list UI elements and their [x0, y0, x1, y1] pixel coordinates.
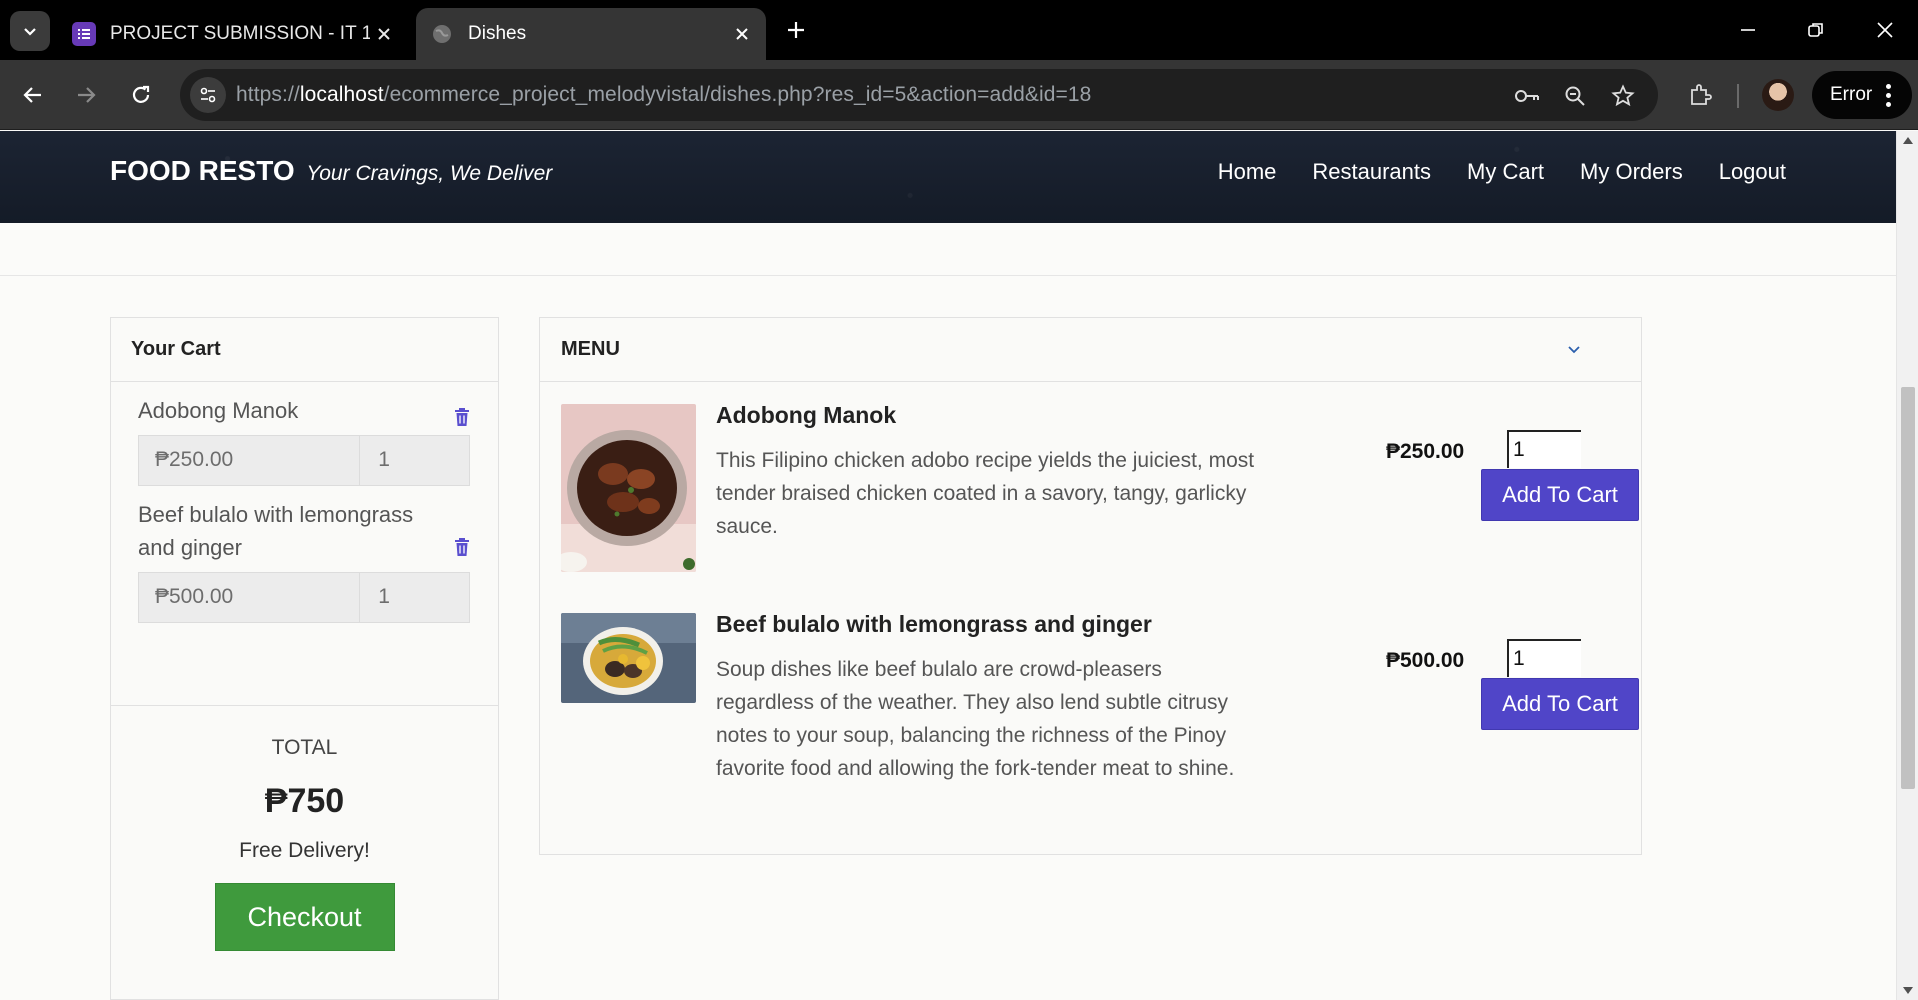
- extensions-icon[interactable]: [1680, 75, 1720, 115]
- browser-toolbar: https://localhost/ecommerce_project_melo…: [0, 60, 1918, 130]
- total-amount: ₱750: [264, 782, 345, 820]
- toolbar-divider: [1737, 84, 1739, 108]
- url-path: /ecommerce_project_melodyvistal/dishes.p…: [383, 83, 1092, 106]
- menu-header[interactable]: MENU: [540, 318, 1641, 382]
- cart-panel: Your Cart Adobong Manok ₱250.00 1 Beef b…: [110, 317, 499, 1000]
- cart-item-name: Beef bulalo with lemongrass and ginger: [138, 502, 414, 560]
- dish-qty-input[interactable]: [1507, 430, 1581, 468]
- menu-panel: MENU Adobong Manok This Filipino chicken…: [539, 317, 1642, 855]
- dish-image-adobo: [561, 404, 696, 572]
- dish-item: Adobong Manok This Filipino chicken adob…: [561, 402, 1639, 574]
- forward-button[interactable]: [64, 73, 108, 117]
- cart-item: Beef bulalo with lemongrass and ginger ₱…: [138, 498, 470, 623]
- cart-item-fields: ₱250.00 1: [138, 435, 470, 486]
- main-nav: Home Restaurants My Cart My Orders Logou…: [1218, 159, 1786, 185]
- url-host: localhost: [299, 83, 384, 106]
- reload-icon: [132, 85, 150, 103]
- close-icon: [1877, 22, 1893, 38]
- cart-item-qty: 1: [359, 572, 470, 623]
- close-window-button[interactable]: [1857, 6, 1913, 54]
- url-scheme: https://: [236, 83, 300, 106]
- restore-icon: [1808, 23, 1823, 37]
- page-viewport: FOOD RESTO Your Cravings, We Deliver Hom…: [0, 131, 1918, 1000]
- chevron-down-icon: [24, 28, 36, 36]
- reload-button[interactable]: [119, 73, 163, 117]
- scroll-up-arrow[interactable]: [1903, 137, 1913, 144]
- brand-name: FOOD RESTO: [110, 155, 295, 186]
- cart-items: Adobong Manok ₱250.00 1 Beef bulalo with…: [111, 382, 498, 706]
- dish-description: This Filipino chicken adobo recipe yield…: [716, 449, 1255, 538]
- zoom-icon[interactable]: [1560, 81, 1590, 111]
- dish-name: Adobong Manok: [716, 402, 897, 428]
- new-tab-button[interactable]: [778, 12, 814, 48]
- delivery-note: Free Delivery!: [239, 839, 370, 862]
- chevron-down-icon[interactable]: [1567, 342, 1581, 356]
- plus-icon: [788, 22, 804, 38]
- arrow-left-icon: [23, 87, 41, 103]
- close-tab-icon[interactable]: [370, 20, 398, 48]
- restore-button[interactable]: [1788, 6, 1844, 54]
- tab-project-submission[interactable]: PROJECT SUBMISSION - IT 107: [58, 8, 408, 60]
- cart-item-name: Adobong Manok: [138, 398, 299, 423]
- minimize-button[interactable]: [1720, 6, 1776, 54]
- browser-tabstrip: PROJECT SUBMISSION - IT 107 Dishes: [0, 0, 1918, 60]
- dish-image-bulalo: [561, 613, 696, 703]
- tab-dishes[interactable]: Dishes: [416, 8, 766, 60]
- tab-title: PROJECT SUBMISSION - IT 107: [110, 23, 370, 44]
- error-label: Error: [1830, 84, 1873, 105]
- brand-tagline: Your Cravings, We Deliver: [306, 162, 553, 185]
- forms-icon: [72, 22, 96, 46]
- dish-price: ₱500.00: [1386, 649, 1465, 672]
- bookmark-star-icon[interactable]: [1608, 81, 1638, 111]
- minimize-icon: [1741, 29, 1755, 31]
- dish-name: Beef bulalo with lemongrass and ginger: [716, 611, 1152, 637]
- add-to-cart-button[interactable]: Add To Cart: [1481, 678, 1639, 730]
- page-scrollbar[interactable]: [1896, 131, 1918, 1000]
- nav-my-cart[interactable]: My Cart: [1467, 159, 1544, 185]
- scrollbar-thumb[interactable]: [1901, 387, 1915, 789]
- dish-qty-input[interactable]: [1507, 639, 1581, 677]
- site-header: FOOD RESTO Your Cravings, We Deliver Hom…: [0, 131, 1896, 223]
- tab-title: Dishes: [468, 23, 527, 44]
- url-text: https://localhost/ecommerce_project_melo…: [236, 83, 1091, 107]
- close-tab-icon[interactable]: [728, 20, 756, 48]
- nav-home[interactable]: Home: [1218, 159, 1277, 185]
- site-info-icon[interactable]: [190, 77, 226, 113]
- globe-icon: [430, 22, 454, 46]
- total-label: TOTAL: [271, 736, 338, 759]
- cart-item: Adobong Manok ₱250.00 1: [138, 394, 470, 486]
- nav-restaurants[interactable]: Restaurants: [1312, 159, 1431, 185]
- section-divider: [0, 275, 1896, 276]
- back-button[interactable]: [11, 73, 55, 117]
- nav-logout[interactable]: Logout: [1719, 159, 1786, 185]
- menu-title: MENU: [561, 338, 620, 360]
- dish-description: Soup dishes like beef bulalo are crowd-p…: [716, 658, 1235, 780]
- cart-item-qty: 1: [359, 435, 470, 486]
- trash-icon[interactable]: [454, 408, 470, 427]
- checkout-button[interactable]: Checkout: [214, 883, 395, 951]
- address-bar[interactable]: https://localhost/ecommerce_project_melo…: [180, 69, 1658, 121]
- scroll-down-arrow[interactable]: [1903, 987, 1913, 994]
- cart-item-fields: ₱500.00 1: [138, 572, 470, 623]
- arrow-right-icon: [78, 87, 96, 103]
- add-to-cart-button[interactable]: Add To Cart: [1481, 469, 1639, 521]
- password-key-icon[interactable]: [1512, 81, 1542, 111]
- dish-price: ₱250.00: [1386, 440, 1465, 463]
- dish-item: Beef bulalo with lemongrass and ginger S…: [561, 611, 1639, 813]
- cart-title: Your Cart: [111, 318, 498, 382]
- profile-avatar[interactable]: [1762, 79, 1794, 111]
- cart-item-price: ₱500.00: [138, 572, 360, 623]
- profile-error-button[interactable]: Error: [1812, 71, 1912, 119]
- trash-icon[interactable]: [454, 538, 470, 557]
- nav-my-orders[interactable]: My Orders: [1580, 159, 1683, 185]
- site-brand[interactable]: FOOD RESTO Your Cravings, We Deliver: [110, 155, 552, 187]
- tab-search-button[interactable]: [10, 11, 50, 51]
- cart-total-section: TOTAL ₱750 Free Delivery! Checkout: [111, 706, 498, 951]
- more-menu-icon: [1886, 83, 1892, 107]
- cart-item-price: ₱250.00: [138, 435, 360, 486]
